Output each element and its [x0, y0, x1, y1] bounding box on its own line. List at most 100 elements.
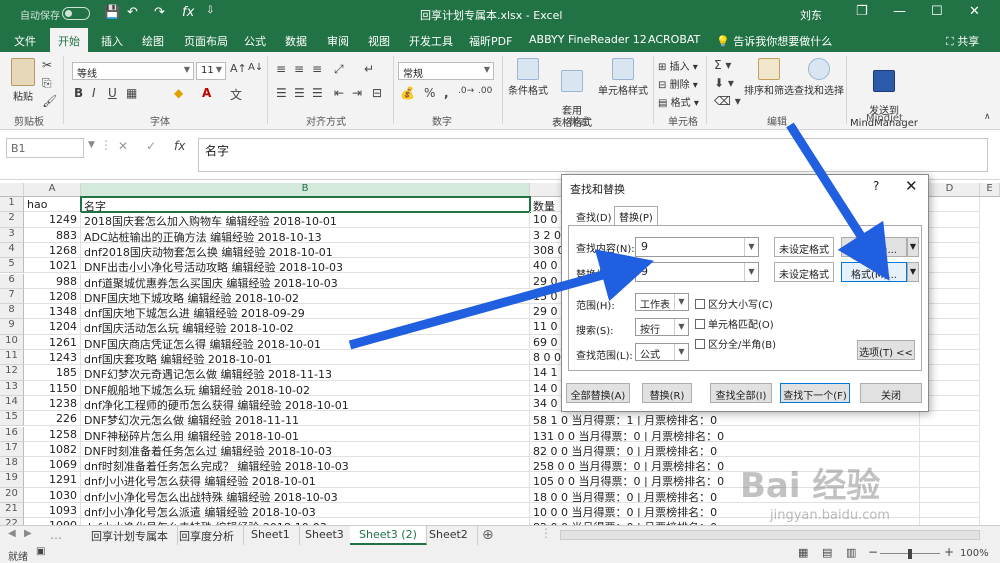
redo-icon[interactable]: ↷ — [154, 5, 165, 20]
table-cell[interactable]: DNF国庆地下城攻略 编辑经验 2018-10-02 — [81, 288, 530, 305]
tab-review[interactable]: 审阅 — [327, 33, 349, 49]
replace-format-button[interactable]: 格式(M)... — [841, 262, 907, 282]
autosum-icon[interactable]: Σ ▾ — [714, 58, 731, 72]
tab-replace[interactable]: 替换(P) — [614, 206, 658, 226]
name-box-dropdown-icon[interactable]: ▼ — [88, 140, 95, 150]
table-cell[interactable]: 1090 — [24, 518, 81, 525]
table-cell[interactable] — [920, 457, 980, 473]
customize-qat-icon[interactable]: ⇩ — [206, 5, 214, 16]
zoom-slider-thumb[interactable] — [908, 549, 912, 559]
name-box[interactable]: B1 — [6, 138, 84, 158]
tab-acrobat[interactable]: ACROBAT — [648, 33, 700, 46]
format-cells-button[interactable]: ▤ 格式 ▾ — [658, 94, 699, 109]
row-header[interactable]: 5 — [0, 258, 24, 274]
normal-view-icon[interactable]: ▦ — [798, 546, 808, 559]
fx-icon[interactable]: fx — [182, 5, 194, 20]
row-header[interactable]: 18 — [0, 457, 24, 473]
select-all-corner[interactable] — [0, 183, 24, 197]
align-bottom-icon[interactable]: ≡ — [312, 62, 322, 76]
help-icon[interactable]: ? — [873, 179, 879, 193]
table-cell[interactable] — [920, 365, 980, 381]
italic-button[interactable]: I — [92, 86, 96, 100]
find-format-button[interactable]: 格式(M)... — [841, 237, 907, 257]
row-header[interactable]: 14 — [0, 395, 24, 412]
table-cell[interactable]: 131 0 0 当月得票：0 | 月票榜排名：0 — [530, 426, 920, 442]
close-button[interactable]: 关闭 — [860, 383, 922, 403]
sheet-tab[interactable]: Sheet2 — [420, 526, 478, 545]
user-name[interactable]: 刘东 — [800, 7, 822, 23]
table-cell[interactable]: 1243 — [24, 350, 81, 366]
row-header[interactable]: 9 — [0, 319, 24, 335]
table-cell[interactable]: 1082 — [24, 441, 81, 458]
undo-icon[interactable]: ↶ — [127, 5, 138, 20]
align-middle-icon[interactable]: ≡ — [294, 62, 304, 76]
autosave-toggle[interactable] — [62, 7, 90, 20]
row-header[interactable]: 13 — [0, 380, 24, 396]
conditional-format-button[interactable]: 条件格式 — [507, 58, 549, 97]
table-cell[interactable]: 名字 — [80, 195, 531, 214]
table-cell[interactable]: hao — [24, 197, 81, 213]
find-what-input[interactable]: 9 ▼ — [635, 237, 759, 257]
table-cell[interactable] — [920, 227, 980, 243]
paste-button[interactable]: 粘贴 — [8, 58, 38, 103]
row-header[interactable]: 17 — [0, 441, 24, 458]
table-cell[interactable] — [920, 212, 980, 228]
table-cell[interactable]: 1268 — [24, 242, 81, 259]
table-cell[interactable]: 1258 — [24, 426, 81, 442]
tab-page-layout[interactable]: 页面布局 — [184, 33, 228, 49]
table-cell[interactable]: dnf小小净化号怎么派遣 编辑经验 2018-10-03 — [81, 503, 530, 519]
replace-with-input[interactable]: 9 ▼ — [635, 262, 759, 282]
match-byte-checkbox[interactable]: 区分全/半角(B) — [695, 336, 776, 351]
tab-foxit-pdf[interactable]: 福昕PDF — [469, 33, 512, 49]
row-header[interactable]: 19 — [0, 472, 24, 488]
save-icon[interactable]: 💾 — [104, 5, 120, 20]
insert-function-icon[interactable]: fx — [174, 139, 185, 153]
table-cell[interactable]: dnf小小进化号怎么获得 编辑经验 2018-10-01 — [81, 472, 530, 488]
macro-record-icon[interactable]: ▣ — [36, 546, 45, 557]
table-cell[interactable]: 1204 — [24, 319, 81, 335]
table-cell[interactable]: DNF国庆商店凭证怎么得 编辑经验 2018-10-01 — [81, 334, 530, 350]
table-cell[interactable] — [920, 380, 980, 396]
align-center-icon[interactable]: ☰ — [294, 86, 305, 100]
table-cell[interactable]: DNF时刻准备着任务怎么过 编辑经验 2018-10-03 — [81, 441, 530, 458]
increase-indent-icon[interactable]: ⇥ — [352, 86, 362, 100]
zoom-out-button[interactable]: − — [868, 545, 878, 559]
page-layout-view-icon[interactable]: ▤ — [822, 546, 832, 559]
align-right-icon[interactable]: ☰ — [312, 86, 323, 100]
table-cell[interactable] — [920, 258, 980, 274]
share-button[interactable]: ⛶ 共享 — [946, 33, 979, 49]
replace-button[interactable]: 替换(R) — [642, 383, 692, 403]
column-header[interactable]: D — [920, 183, 980, 197]
match-case-checkbox[interactable]: 区分大小写(C) — [695, 296, 773, 311]
table-cell[interactable] — [920, 426, 980, 442]
tab-file[interactable]: 文件 — [14, 33, 36, 49]
orientation-icon[interactable]: ⤢ — [334, 62, 344, 77]
more-sheets-icon[interactable]: … — [50, 528, 62, 542]
underline-button[interactable]: U — [108, 86, 117, 100]
sheet-tab[interactable]: Sheet1 — [242, 526, 300, 545]
table-cell[interactable] — [920, 472, 980, 488]
table-cell[interactable] — [920, 197, 980, 213]
look-in-select[interactable]: 公式 ▼ — [635, 343, 689, 361]
table-cell[interactable]: dnf小小净化号怎么出战特殊 编辑经验 2018-10-03 — [81, 487, 530, 503]
tell-me-search[interactable]: 💡 告诉我你想要做什么 — [716, 33, 832, 49]
table-cell[interactable]: DNF梦幻次元怎么做 编辑经验 2018-11-11 — [81, 411, 530, 427]
tab-abbyy[interactable]: ABBYY FineReader 12 — [529, 33, 647, 46]
sort-filter-button[interactable]: 排序和筛选 — [744, 58, 794, 97]
increase-font-icon[interactable]: A↑ — [230, 62, 247, 75]
table-cell[interactable]: dnf时刻准备着任务怎么完成？ 编辑经验 2018-10-03 — [81, 457, 530, 473]
table-cell[interactable] — [920, 411, 980, 427]
comma-button[interactable]: , — [444, 86, 449, 100]
row-header[interactable]: 10 — [0, 334, 24, 350]
decrease-decimal-icon[interactable]: .00 — [478, 86, 492, 96]
border-icon[interactable]: ▦ — [126, 86, 137, 100]
replace-format-dropdown-icon[interactable]: ▼ — [907, 262, 919, 282]
table-cell[interactable]: 1291 — [24, 472, 81, 488]
search-order-select[interactable]: 按行 ▼ — [635, 318, 689, 336]
row-header[interactable]: 21 — [0, 503, 24, 519]
scope-select[interactable]: 工作表 ▼ — [635, 293, 689, 311]
align-left-icon[interactable]: ☰ — [276, 86, 287, 100]
table-cell[interactable]: 1249 — [24, 212, 81, 228]
table-cell[interactable]: 1150 — [24, 380, 81, 396]
decrease-font-icon[interactable]: A↓ — [248, 62, 263, 73]
